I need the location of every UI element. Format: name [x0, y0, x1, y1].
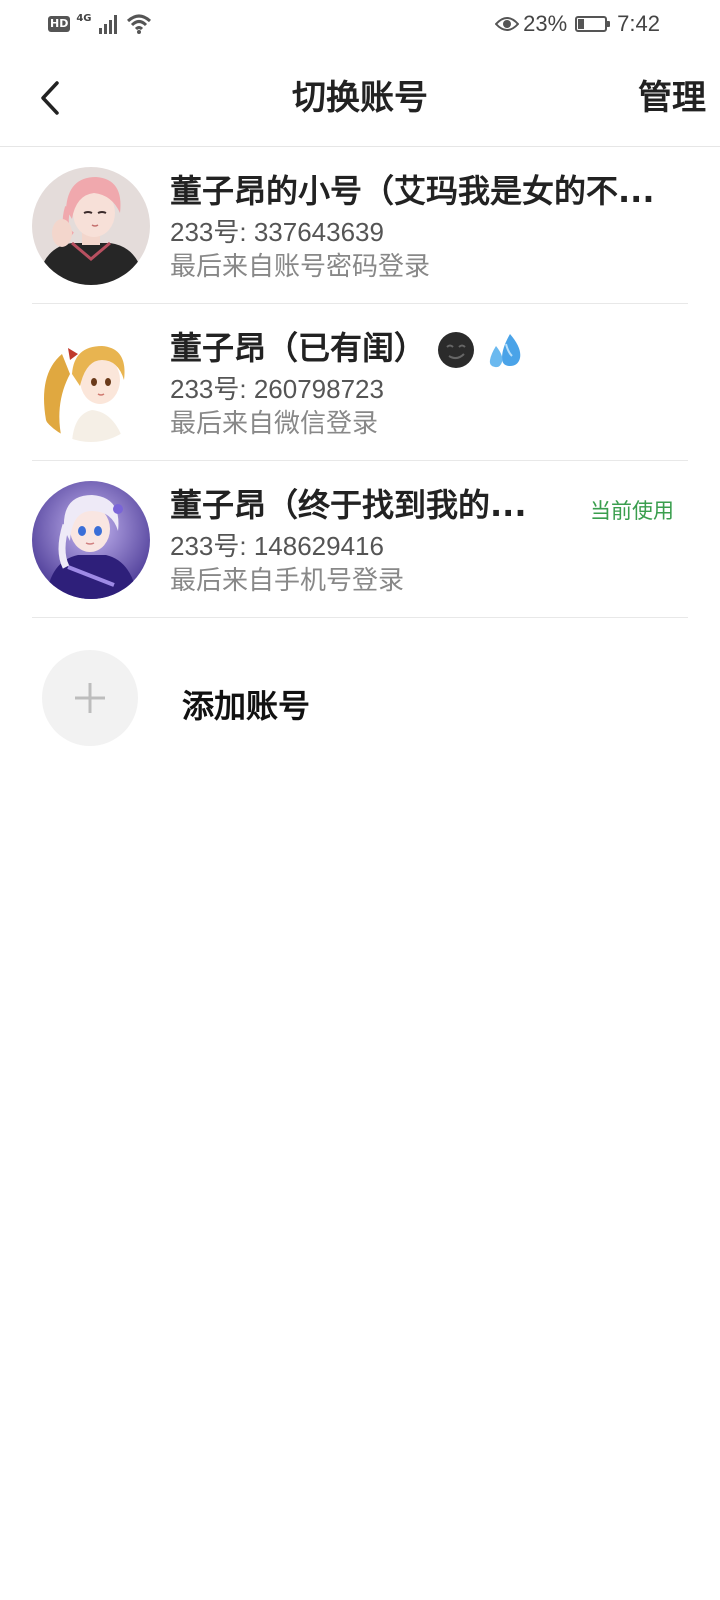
account-name: 董子昂（终于找到我的...	[170, 486, 527, 524]
battery-fill	[578, 19, 585, 29]
add-account-label: 添加账号	[182, 687, 311, 725]
white-hair-purple-girl-avatar	[32, 481, 150, 599]
account-row[interactable]: 董子昂（已有闺） 233号: 260798723 最后来自微信登录	[0, 304, 720, 461]
clock-time: 7:42	[617, 11, 660, 36]
signal-icon	[98, 15, 117, 34]
add-account-button[interactable]	[42, 650, 138, 746]
smirk-face-emoji-icon	[438, 332, 475, 368]
status-bar-right: 23% 7:42	[495, 10, 660, 38]
account-name-text: 董子昂（已有闺）	[170, 329, 427, 367]
account-row[interactable]: 董子昂（终于找到我的... 当前使用 233号: 148629416 最后来自手…	[0, 461, 720, 618]
account-id: 233号: 260798723	[170, 374, 384, 404]
account-list: 董子昂的小号（艾玛我是女的不... 233号: 337643639 最后来自账号…	[0, 147, 720, 758]
battery-percent: 23%	[523, 11, 568, 36]
plus-icon	[75, 683, 105, 713]
status-bar: HD 4G 23% 7:42	[0, 0, 720, 50]
status-bar-left: HD 4G	[48, 12, 152, 36]
manage-button[interactable]: 管理	[638, 74, 706, 122]
current-account-badge: 当前使用	[590, 499, 674, 523]
sweat-droplets-emoji-icon	[490, 334, 521, 368]
header-bar: 切换账号 管理	[0, 50, 720, 147]
battery-icon	[575, 16, 611, 32]
eye-icon	[495, 17, 520, 31]
account-id: 233号: 337643639	[170, 217, 384, 247]
account-id: 233号: 148629416	[170, 531, 384, 561]
page-title: 切换账号	[292, 78, 428, 118]
wifi-icon	[126, 14, 151, 34]
account-login-method: 最后来自账号密码登录	[170, 252, 431, 282]
account-login-method: 最后来自微信登录	[170, 409, 379, 439]
account-name: 董子昂的小号（艾玛我是女的不...	[170, 172, 655, 210]
account-row[interactable]: 董子昂的小号（艾玛我是女的不... 233号: 337643639 最后来自账号…	[0, 147, 720, 304]
blonde-ponytail-girl-avatar	[32, 324, 150, 442]
pink-hair-boy-avatar	[32, 167, 150, 285]
account-name: 董子昂（已有闺）	[170, 326, 526, 370]
add-account-row[interactable]: 添加账号	[0, 618, 720, 758]
hd-badge: HD	[48, 16, 71, 32]
network-type: 4G	[76, 12, 92, 24]
account-login-method: 最后来自手机号登录	[170, 566, 405, 596]
